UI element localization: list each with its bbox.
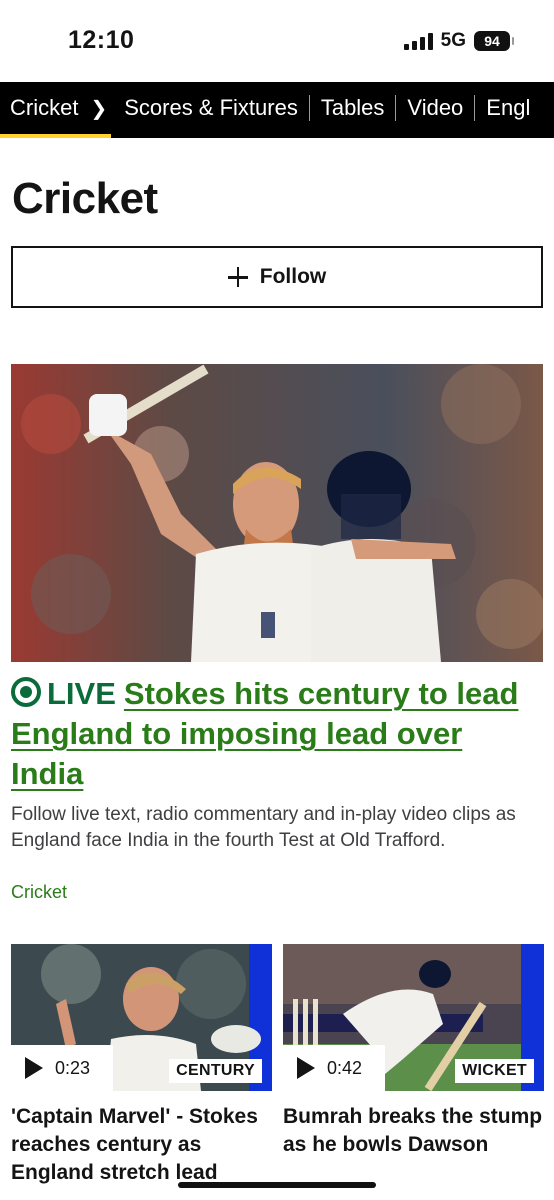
play-icon [297,1057,315,1079]
signal-icon [403,32,433,50]
duration-text: 0:42 [327,1057,363,1078]
page-title: Cricket [12,174,158,223]
follow-button[interactable]: Follow [11,246,543,308]
nav-item-cricket[interactable]: Cricket [0,95,86,121]
nav-item-video[interactable]: Video [396,95,474,121]
nav-item-england[interactable]: Engl [475,95,541,121]
duration-badge: 0:23 [11,1045,113,1091]
card-thumbnail[interactable]: 0:42 WICKET [283,944,544,1091]
live-indicator-icon [11,677,41,707]
card-category-badge: WICKET [455,1059,534,1083]
follow-label: Follow [259,265,327,288]
card-category-badge: CENTURY [169,1059,262,1083]
play-icon [25,1057,43,1079]
nav-item-scores-fixtures[interactable]: Scores & Fixtures [113,95,309,121]
status-indicators: 5G 94 [403,30,514,52]
card-title[interactable]: Bumrah breaks the stump as he bowls Daws… [283,1103,544,1159]
topic-link-cricket[interactable]: Cricket [11,882,67,903]
duration-badge: 0:42 [283,1045,385,1091]
video-card[interactable]: 0:42 WICKET Bumrah breaks the stump as h… [283,944,544,1159]
status-bar: 12:10 5G 94 [0,0,554,82]
home-indicator[interactable] [178,1182,376,1188]
hero-headline: LIVE Stokes hits century to lead England … [11,674,543,794]
status-time: 12:10 [68,26,135,54]
duration-text: 0:23 [55,1057,91,1078]
hero-summary: Follow live text, radio commentary and i… [11,804,516,851]
card-thumbnail[interactable]: 0:23 CENTURY [11,944,272,1091]
hero-photo [11,364,543,662]
video-card[interactable]: 0:23 CENTURY 'Captain Marvel' - Stokes r… [11,944,272,1187]
network-type: 5G [440,30,466,51]
nav-item-tables[interactable]: Tables [310,95,396,121]
active-nav-underline [0,134,111,138]
section-nav: Cricket ❯ Scores & Fixtures Tables Video… [0,82,554,138]
plus-icon [227,267,248,287]
live-label: LIVE [47,676,116,711]
hero-image[interactable] [11,364,543,662]
chevron-right-icon: ❯ [90,97,108,120]
battery-icon: 94 [474,31,514,51]
card-title[interactable]: 'Captain Marvel' - Stokes reaches centur… [11,1103,272,1187]
